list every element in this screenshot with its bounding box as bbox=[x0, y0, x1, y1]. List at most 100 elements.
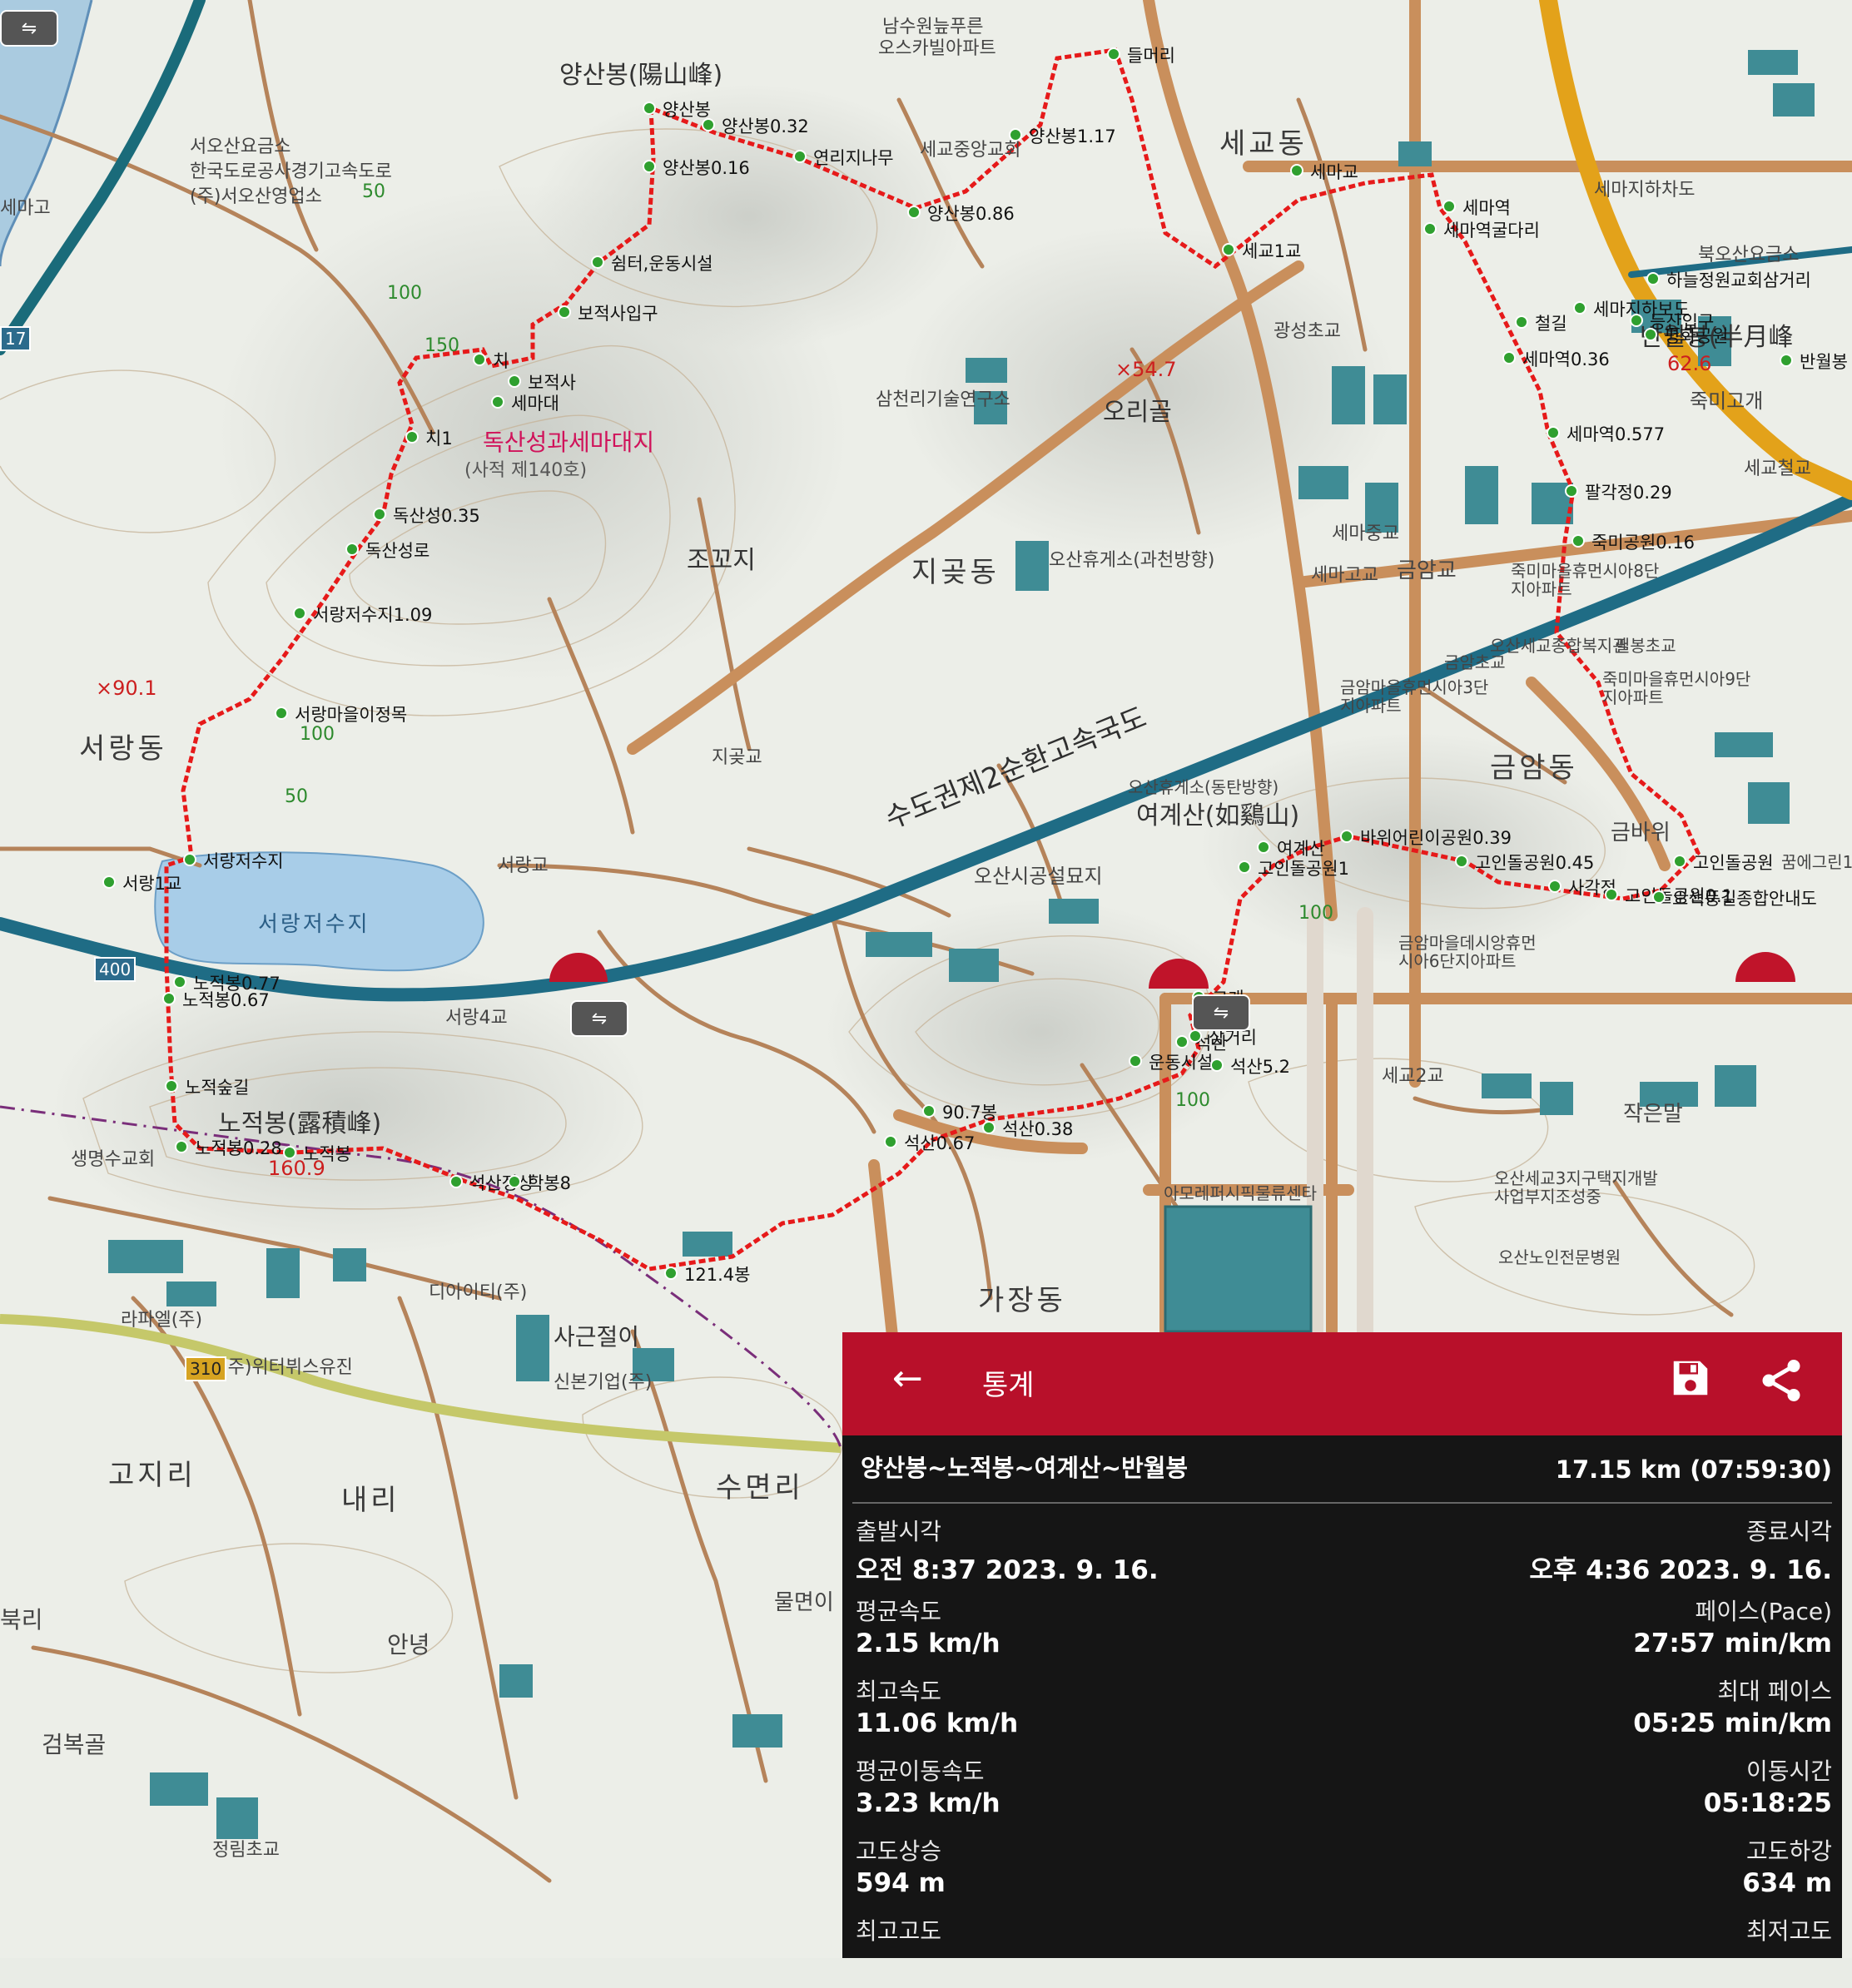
peak-label-yangsan: 양산봉(陽山峰) bbox=[559, 61, 723, 90]
contour-label: 100 bbox=[387, 283, 422, 304]
contour-label: 50 bbox=[285, 786, 308, 807]
waypoint[interactable]: 하늘정원교회삼거리 bbox=[1646, 267, 1811, 292]
stat-value: 오후 4:36 2023. 9. 16. bbox=[1529, 1555, 1832, 1585]
waypoint[interactable]: 치 bbox=[472, 348, 509, 373]
area-label-jigot: 지곶동 bbox=[911, 556, 1000, 589]
waypoint[interactable]: 서랑마을이정목 bbox=[274, 702, 407, 726]
poi-label: 금암교 bbox=[1397, 558, 1457, 583]
waypoint[interactable]: 연리지나무 bbox=[793, 145, 894, 170]
waypoint[interactable]: 고인돌공원0.45 bbox=[1454, 850, 1594, 875]
waypoint[interactable]: 양산봉0.32 bbox=[702, 113, 809, 138]
waypoint[interactable]: 121.4봉 bbox=[663, 1262, 750, 1286]
stat-label: 종료시각 bbox=[1745, 1518, 1832, 1545]
waypoint[interactable]: 서랑저수지 bbox=[183, 848, 284, 873]
poi-label: 라파엘(주) bbox=[121, 1310, 203, 1331]
map-tool-button-topleft[interactable]: ⇋ bbox=[0, 10, 58, 47]
map-tool-button-center[interactable]: ⇋ bbox=[570, 1000, 628, 1037]
waypoint[interactable]: 독산성로 bbox=[345, 538, 429, 563]
route-badge-400: 400 bbox=[94, 957, 137, 982]
stat-row-max-speed: 최고속도 11.06 km/h 최대 페이스 05:25 min/km bbox=[856, 1673, 1832, 1748]
stat-label: 최고고도 bbox=[856, 1917, 942, 1945]
amorepacific-logistics-building bbox=[1164, 1205, 1313, 1333]
waypoint[interactable]: 들머리 bbox=[1107, 42, 1175, 67]
poi-label: 디아이티(주) bbox=[429, 1282, 528, 1303]
waypoint[interactable]: 고인돌공원 bbox=[1673, 850, 1774, 875]
contour-label: 150 bbox=[425, 335, 459, 356]
waypoint[interactable]: 보적사입구 bbox=[558, 300, 658, 325]
save-icon[interactable] bbox=[1668, 1356, 1713, 1401]
area-label-nae: 내리 bbox=[341, 1484, 400, 1517]
poi-label: 사근절이 bbox=[554, 1323, 640, 1351]
area-label-seorang: 서랑동 bbox=[79, 732, 167, 766]
waypoint[interactable]: 석산정상 bbox=[449, 1170, 534, 1195]
poi-label: 죽미고개 bbox=[1690, 389, 1764, 413]
stat-label: 평균이동속도 bbox=[856, 1757, 985, 1785]
waypoint[interactable]: 세마역굴다리 bbox=[1423, 217, 1540, 242]
contour-label: 100 bbox=[1175, 1090, 1210, 1111]
waypoint[interactable]: 서랑저수지1.09 bbox=[292, 602, 432, 627]
stat-value: 2.15 km/h bbox=[856, 1629, 1000, 1658]
poi-label: 오산휴게소(동탄방향) bbox=[1128, 777, 1279, 797]
waypoint[interactable]: 쉼터,운동시설 bbox=[591, 250, 713, 275]
poi-label: 생명수교회 bbox=[71, 1149, 156, 1170]
waypoint[interactable]: 죽미공원0.16 bbox=[1571, 529, 1695, 554]
stat-value: 634 m bbox=[1742, 1868, 1832, 1898]
route-badge-17: 17 bbox=[0, 326, 32, 351]
stat-label: 이동시간 bbox=[1745, 1757, 1832, 1785]
waypoint[interactable]: 철길 bbox=[1515, 310, 1567, 335]
waypoint[interactable]: 양산봉 bbox=[643, 97, 711, 121]
waypoint[interactable]: 치1 bbox=[405, 425, 453, 450]
elevation-label: ×90.1 bbox=[96, 677, 157, 700]
waypoint[interactable]: 노적봉 bbox=[283, 1141, 351, 1166]
waypoint[interactable]: 양산봉1.17 bbox=[1009, 123, 1116, 148]
waypoint[interactable]: 90.7봉 bbox=[921, 1099, 997, 1124]
poi-label: 아모레퍼시픽물류센타 bbox=[1164, 1183, 1317, 1203]
waypoint[interactable]: 세마교 bbox=[1290, 159, 1358, 184]
elevation-label: ×54.7 bbox=[1115, 358, 1177, 381]
waypoint[interactable]: 팔각정0.29 bbox=[1565, 479, 1672, 504]
panel-divider bbox=[852, 1502, 1832, 1504]
waypoint[interactable]: 세교1교 bbox=[1221, 238, 1301, 263]
stat-row-moving: 평균이동속도 3.23 km/h 이동시간 05:18:25 bbox=[856, 1753, 1832, 1828]
waypoint[interactable]: 독산성0.35 bbox=[373, 503, 480, 528]
waypoint[interactable]: 평화공원 bbox=[1643, 323, 1728, 348]
waypoint[interactable]: 석산0.67 bbox=[883, 1130, 975, 1155]
poi-label: (주)위터뷔스유진 bbox=[221, 1357, 353, 1378]
waypoint[interactable]: 바위어린이공원0.39 bbox=[1340, 825, 1512, 850]
waypoint[interactable]: 오색풍길종합안내도 bbox=[1652, 885, 1817, 910]
area-label-geumam: 금암동 bbox=[1490, 751, 1578, 785]
share-icon[interactable] bbox=[1756, 1356, 1806, 1405]
contour-label: 100 bbox=[1298, 903, 1333, 924]
contour-label: 50 bbox=[362, 181, 385, 202]
stat-row-elevation-change: 고도상승 594 m 고도하강 634 m bbox=[856, 1833, 1832, 1908]
poi-label: 서오산요금소 bbox=[190, 136, 291, 157]
stat-value: 05:18:25 bbox=[1703, 1788, 1832, 1818]
back-arrow-icon[interactable]: ← bbox=[892, 1357, 923, 1400]
waypoint[interactable]: 석산5.2 bbox=[1209, 1053, 1290, 1078]
area-label-sumyeon: 수면리 bbox=[716, 1471, 804, 1505]
waypoint[interactable]: 양산봉0.86 bbox=[907, 201, 1015, 226]
waypoint[interactable]: 석산0.38 bbox=[981, 1116, 1073, 1141]
poi-label: 죽미마을휴먼시아8단지아파트 bbox=[1511, 561, 1660, 599]
waypoint[interactable]: 노적봉0.67 bbox=[162, 987, 270, 1012]
waypoint[interactable]: 노적숲길 bbox=[164, 1074, 249, 1099]
waypoint[interactable]: 서랑1교 bbox=[102, 870, 181, 895]
stat-label: 평균속도 bbox=[856, 1598, 942, 1625]
waypoint[interactable]: 고인돌공원1 bbox=[1238, 855, 1349, 880]
waypoint[interactable]: 노적봉0.28 bbox=[175, 1135, 282, 1160]
stat-label: 최저고도 bbox=[1745, 1917, 1832, 1945]
waypoint[interactable]: 반월봉 bbox=[1780, 349, 1848, 374]
poi-label: 세교중앙교회 bbox=[920, 140, 1021, 161]
waypoint[interactable]: 양산봉0.16 bbox=[643, 155, 750, 180]
waypoint[interactable]: 학봉8 bbox=[507, 1170, 571, 1195]
poi-label: 세마고교 bbox=[1311, 565, 1378, 586]
waypoint[interactable]: 세마역0.36 bbox=[1502, 346, 1610, 371]
map-tool-button-right[interactable]: ⇋ bbox=[1192, 994, 1250, 1031]
waypoint[interactable]: 세마역0.577 bbox=[1546, 421, 1665, 446]
poi-label: 세교2교 bbox=[1382, 1066, 1444, 1087]
waypoint[interactable]: 세마역 bbox=[1442, 195, 1511, 220]
poi-label: 서랑4교 bbox=[445, 1008, 508, 1029]
poi-label: 조꼬지 bbox=[687, 546, 756, 575]
poi-label: 신본기업(주) bbox=[554, 1372, 653, 1393]
waypoint[interactable]: 세마대 bbox=[491, 390, 559, 415]
